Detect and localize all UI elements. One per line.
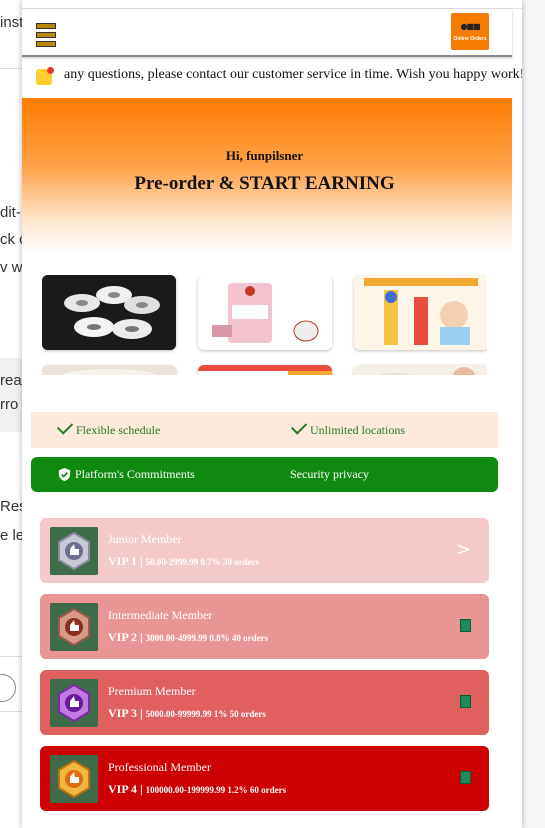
- vip-detail: VIP 2 | 3000.00-4999.99 0.8% 40 orders: [108, 630, 269, 644]
- hero-banner: Hi, funpilsner Pre-order & START EARNING: [22, 98, 512, 253]
- hero-title: Pre-order & START EARNING: [134, 173, 395, 194]
- vip-detail: VIP 1 | 50.00-2999.99 0.7% 30 orders: [108, 554, 260, 568]
- vip-name: Intermediate Member: [108, 608, 213, 622]
- vip-card-premium[interactable]: Premium Member VIP 3 | 5000.00-99999.99 …: [40, 670, 489, 735]
- background-divider: [0, 656, 22, 657]
- background-round-button[interactable]: [0, 674, 16, 702]
- vip-card-intermediate[interactable]: Intermediate Member VIP 2 | 3000.00-4999…: [40, 594, 489, 659]
- bell-icon: [36, 67, 54, 85]
- app-header: ●■■ Online Orders: [22, 9, 512, 57]
- product-image[interactable]: [354, 275, 487, 350]
- feature-flexible-schedule: Flexible schedule: [56, 418, 160, 438]
- lock-icon: [460, 619, 471, 632]
- security-privacy-label: Security privacy: [290, 467, 369, 481]
- background-panel: [0, 358, 22, 432]
- product-image[interactable]: [354, 365, 487, 375]
- vip-card-junior[interactable]: Junior Member VIP 1 | 50.00-2999.99 0.7%…: [40, 518, 489, 583]
- shield-check-icon: [58, 467, 71, 482]
- hamburger-menu-icon[interactable]: [36, 23, 56, 47]
- chevron-right-icon[interactable]: >: [456, 539, 471, 560]
- background-text: rea: [0, 372, 22, 389]
- vip-name: Professional Member: [108, 760, 211, 774]
- silver-medal-icon: [50, 527, 98, 575]
- app-modal: ●■■ Online Orders any questions, please …: [22, 0, 522, 828]
- lock-icon: [460, 695, 471, 708]
- feature-unlimited-locations: Unlimited locations: [290, 418, 405, 438]
- background-text: v w: [0, 259, 23, 276]
- background-right-edge: [522, 0, 545, 828]
- vip-detail: VIP 3 | 5000.00-99999.99 1% 50 orders: [108, 706, 266, 720]
- check-icon: [56, 418, 74, 435]
- product-image[interactable]: [198, 275, 332, 350]
- features-bar: Flexible schedule Unlimited locations: [31, 412, 498, 448]
- background-divider: [0, 711, 22, 712]
- gold-medal-icon: [50, 755, 98, 803]
- commitments-bar[interactable]: Platform's Commitments Security privacy: [31, 457, 498, 492]
- vip-name: Junior Member: [108, 532, 182, 546]
- commitments-label: Platform's Commitments: [75, 467, 195, 481]
- vip-name: Premium Member: [108, 684, 196, 698]
- lock-icon: [460, 771, 471, 784]
- background-text: inst: [0, 14, 24, 31]
- product-image[interactable]: [42, 365, 176, 375]
- background-text: dit-: [0, 204, 21, 221]
- logo-text: Online Orders: [453, 36, 487, 42]
- hero-greeting: Hi, funpilsner: [225, 148, 304, 163]
- vip-detail: VIP 4 | 100000.00-199999.99 1.2% 60 orde…: [108, 782, 287, 796]
- vip-card-professional[interactable]: Professional Member VIP 4 | 100000.00-19…: [40, 746, 489, 811]
- bronze-medal-icon: [50, 603, 98, 651]
- background-text: e le: [0, 527, 25, 544]
- background-divider: [0, 68, 22, 69]
- notice-bar: any questions, please contact our custom…: [22, 62, 522, 92]
- product-gallery: [42, 275, 487, 375]
- notice-text: any questions, please contact our custom…: [64, 67, 522, 82]
- modal-top-bar: [22, 0, 522, 9]
- check-icon: [290, 418, 308, 435]
- purple-medal-icon: [50, 679, 98, 727]
- cart-logo-icon[interactable]: ●■■ Online Orders: [451, 13, 489, 50]
- product-image[interactable]: [198, 365, 332, 375]
- background-text: rro: [0, 396, 19, 413]
- product-image[interactable]: [42, 275, 176, 350]
